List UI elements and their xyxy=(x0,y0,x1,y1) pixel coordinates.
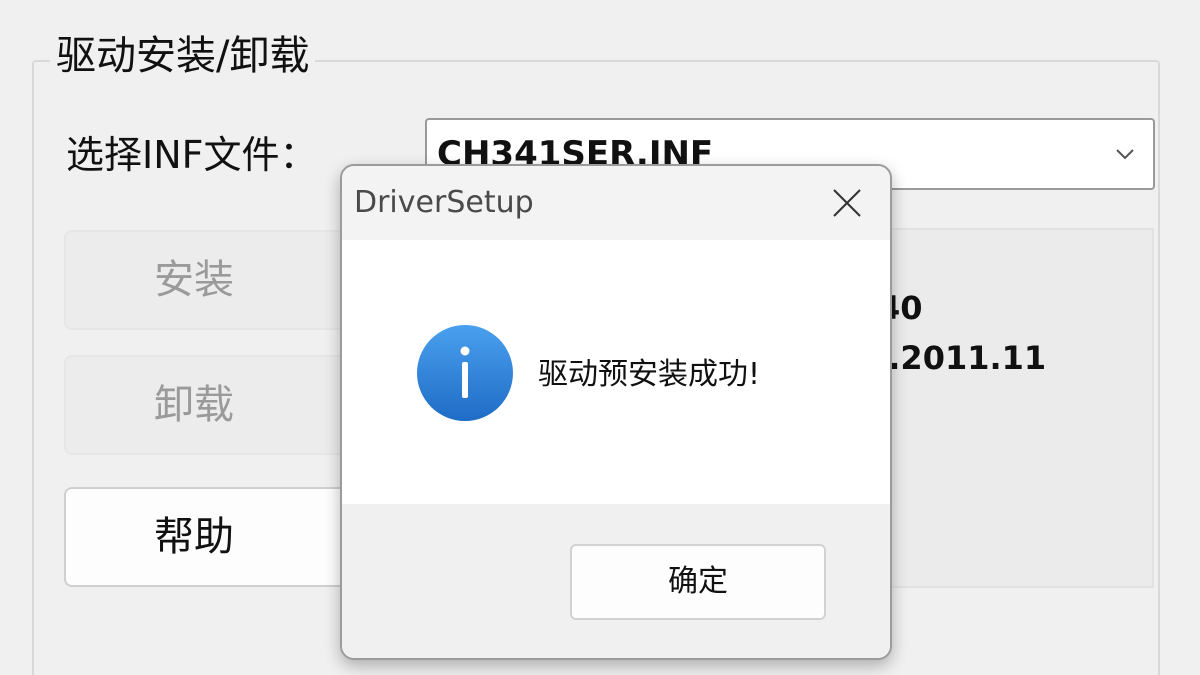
driver-setup-window: 驱动安装/卸载 选择INF文件： CH341SER.INF 安装 卸载 帮助 4… xyxy=(0,0,1200,675)
driver-info-line-2: 3.2011.11 xyxy=(866,339,1047,377)
uninstall-button-label: 卸载 xyxy=(154,382,234,428)
help-button[interactable]: 帮助 xyxy=(64,487,364,587)
install-button[interactable]: 安装 xyxy=(64,230,364,330)
uninstall-button[interactable]: 卸载 xyxy=(64,355,364,455)
help-button-label: 帮助 xyxy=(154,514,234,560)
close-icon[interactable] xyxy=(830,186,864,220)
dialog-title: DriverSetup xyxy=(354,185,534,220)
groupbox-title: 驱动安装/卸载 xyxy=(50,30,316,82)
install-button-label: 安装 xyxy=(154,257,234,303)
ok-button[interactable]: 确定 xyxy=(570,544,826,620)
dialog-titlebar: DriverSetup xyxy=(342,166,890,240)
dialog-footer: 确定 xyxy=(342,504,890,658)
dialog-message: 驱动预安装成功! xyxy=(538,357,761,392)
message-dialog: DriverSetup 驱动预安装成功! 确定 xyxy=(340,164,892,660)
dialog-body: 驱动预安装成功! xyxy=(342,240,890,504)
info-icon xyxy=(417,325,513,421)
inf-file-label: 选择INF文件： xyxy=(66,133,318,177)
driver-info-panel: 40 3.2011.11 xyxy=(860,228,1154,588)
chevron-down-icon[interactable] xyxy=(1111,140,1139,168)
